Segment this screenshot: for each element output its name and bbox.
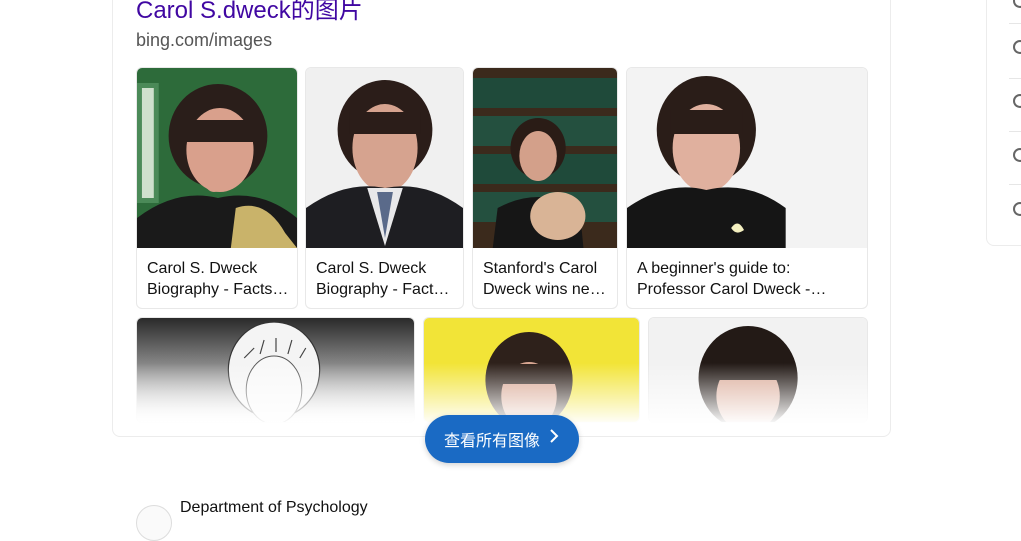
image-tile[interactable]: Stanford's Carol Dweck wins ne… (472, 67, 618, 309)
caption-line: Carol S. Dweck (316, 260, 427, 277)
caption-line: A beginner's guide to: (637, 260, 791, 277)
caption-line: Carol S. Dweck (147, 260, 258, 277)
caption-line: Biography - Facts… (147, 281, 289, 298)
image-caption: Carol S. Dweck Biography - Facts… (147, 258, 289, 300)
image-caption: Stanford's Carol Dweck wins ne… (483, 258, 609, 300)
radio-option-icon[interactable] (1013, 202, 1021, 216)
chevron-right-icon (548, 428, 560, 448)
side-divider (1009, 78, 1021, 79)
image-thumbnail (137, 68, 297, 248)
side-divider (1009, 131, 1021, 132)
image-caption: A beginner's guide to: Professor Carol D… (637, 258, 859, 300)
see-all-images-button[interactable]: 查看所有图像 (425, 415, 579, 463)
image-tile[interactable]: Carol S. Dweck Biography - Facts… (136, 67, 298, 309)
radio-option-icon[interactable] (1013, 148, 1021, 162)
image-tile[interactable]: A beginner's guide to: Professor Carol D… (626, 67, 868, 309)
side-divider (1009, 184, 1021, 185)
see-all-label: 查看所有图像 (443, 433, 540, 450)
radio-option-icon[interactable] (1013, 94, 1021, 108)
image-thumbnail (473, 68, 617, 248)
next-result-title-link[interactable]: Department of Psychology (180, 499, 368, 517)
caption-line: Professor Carol Dweck -… (637, 281, 827, 298)
image-caption: Carol S. Dweck Biography - Facts… (316, 258, 455, 300)
caption-line: Stanford's Carol (483, 260, 598, 277)
image-tile[interactable]: Carol S. Dweck Biography - Facts… (305, 67, 464, 309)
caption-line: Biography - Facts… (316, 281, 455, 298)
side-divider (1009, 23, 1021, 24)
result-source-url: bing.com/images (136, 30, 273, 50)
image-thumbnail (627, 68, 867, 248)
caption-line: Dweck wins ne… (483, 281, 606, 298)
image-thumbnail (306, 68, 463, 248)
radio-option-icon[interactable] (1013, 40, 1021, 54)
result-site-icon (136, 505, 172, 541)
result-title-link[interactable]: Carol S.dweck的图片 (136, 0, 363, 26)
